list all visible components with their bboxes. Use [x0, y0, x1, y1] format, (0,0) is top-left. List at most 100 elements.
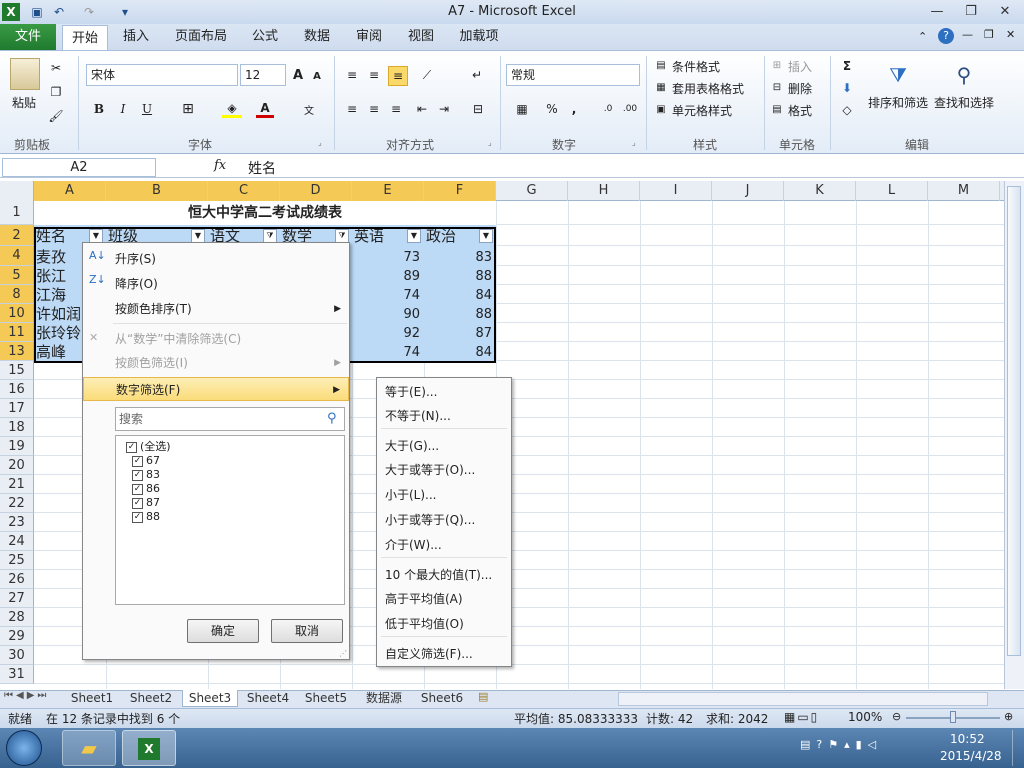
align-right-icon[interactable]: ≡	[388, 100, 404, 118]
font-name-combo[interactable]: 宋体	[86, 64, 238, 86]
find-select-icon[interactable]: ⚲	[946, 58, 982, 92]
tab-formulas[interactable]: 公式	[242, 24, 288, 50]
checkbox-checked-icon[interactable]: ✓	[132, 511, 143, 523]
name-box[interactable]: A2	[2, 158, 156, 177]
decrease-indent-icon[interactable]: ⇤	[414, 100, 430, 118]
row-header-28[interactable]: 28	[0, 608, 34, 627]
row-header-10[interactable]: 10	[0, 304, 34, 323]
tray-icons[interactable]: ▤?⚑▴▮◁	[800, 738, 882, 751]
column-header-j[interactable]: J	[712, 181, 784, 201]
tab-view[interactable]: 视图	[398, 24, 444, 50]
menu-filter-by-color[interactable]: 按颜色筛选(I) ▶	[83, 351, 349, 375]
filter-dropdown-icon[interactable]: ▼	[191, 229, 205, 243]
number-dialog-launcher-icon[interactable]: ⌟	[632, 138, 636, 147]
filter-dropdown-icon[interactable]: ▼	[407, 229, 421, 243]
format-cells-button[interactable]: 格式	[788, 102, 812, 119]
zoom-slider-thumb[interactable]	[950, 711, 956, 723]
column-header-l[interactable]: L	[856, 181, 928, 201]
paste-icon[interactable]	[10, 58, 40, 90]
row-header-15[interactable]: 15	[0, 361, 34, 380]
row-header-25[interactable]: 25	[0, 551, 34, 570]
show-desktop-button[interactable]	[1012, 730, 1024, 766]
tab-file[interactable]: 文件	[0, 24, 56, 50]
column-header-a[interactable]: A	[34, 181, 106, 201]
format-cells-icon[interactable]: ▤	[770, 102, 784, 116]
filter-search-input[interactable]: 搜索	[115, 407, 345, 431]
sheet-tab[interactable]: 数据源	[356, 690, 412, 707]
percent-icon[interactable]: %	[544, 100, 560, 118]
submenu-item[interactable]: 大于(G)...	[377, 434, 511, 458]
column-header-i[interactable]: I	[640, 181, 712, 201]
horizontal-scrollbar[interactable]	[618, 692, 988, 706]
sheet-tab[interactable]: Sheet2	[122, 690, 180, 707]
submenu-item[interactable]: 小于或等于(Q)...	[377, 508, 511, 532]
comma-icon[interactable]: ,	[568, 100, 580, 118]
checkbox-checked-icon[interactable]: ✓	[126, 441, 137, 453]
row-header-16[interactable]: 16	[0, 380, 34, 399]
increase-decimal-icon[interactable]: .0	[598, 100, 618, 118]
row-header-5[interactable]: 5	[0, 266, 34, 285]
column-header-b[interactable]: B	[106, 181, 208, 201]
row-header-30[interactable]: 30	[0, 646, 34, 665]
column-header-d[interactable]: D	[280, 181, 352, 201]
collapse-ribbon-icon[interactable]: ⌃	[918, 30, 927, 43]
insert-function-icon[interactable]: fx	[214, 158, 226, 173]
zoom-in-icon[interactable]: ⊕	[1004, 710, 1013, 723]
tab-data[interactable]: 数据	[294, 24, 340, 50]
filter-value-item[interactable]: ✓ 83	[132, 468, 160, 482]
filter-dropdown-icon[interactable]: ⧩	[263, 229, 277, 243]
tab-review[interactable]: 审阅	[346, 24, 392, 50]
doc-close-icon[interactable]: ✕	[1006, 28, 1015, 41]
scroll-thumb[interactable]	[1007, 186, 1021, 656]
delete-cells-icon[interactable]: ⊟	[770, 80, 784, 94]
alignment-dialog-launcher-icon[interactable]: ⌟	[488, 138, 492, 147]
filter-dropdown-icon[interactable]: ▼	[89, 229, 103, 243]
doc-restore-icon[interactable]: ❐	[984, 28, 994, 41]
column-header-g[interactable]: G	[496, 181, 568, 201]
menu-sort-desc[interactable]: 降序(O)	[83, 272, 349, 296]
insert-cells-icon[interactable]: ⊞	[770, 58, 784, 72]
row-header-13[interactable]: 13	[0, 342, 34, 361]
select-all-corner[interactable]	[0, 181, 34, 201]
align-center-icon[interactable]: ≡	[366, 100, 382, 118]
number-format-combo[interactable]: 常规	[506, 64, 640, 86]
filter-dropdown-icon[interactable]: ⧩	[335, 229, 349, 243]
doc-minimize-icon[interactable]: —	[962, 28, 973, 41]
accounting-format-icon[interactable]: ▦	[510, 100, 534, 118]
row-header-27[interactable]: 27	[0, 589, 34, 608]
cell-styles-button[interactable]: 单元格样式	[672, 102, 732, 119]
cut-icon[interactable]: ✂	[48, 60, 64, 76]
close-button[interactable]: ✕	[992, 2, 1018, 22]
menu-sort-asc[interactable]: 升序(S)	[83, 247, 349, 271]
submenu-item[interactable]: 等于(E)...	[377, 380, 511, 404]
new-sheet-icon[interactable]: ▤	[478, 690, 488, 703]
underline-icon[interactable]: U	[138, 100, 156, 118]
font-size-combo[interactable]: 12	[240, 64, 286, 86]
fill-icon[interactable]: ⬇	[840, 80, 854, 96]
cell-styles-icon[interactable]: ▣	[654, 102, 668, 116]
fill-color-icon[interactable]: ◈	[222, 100, 242, 118]
filter-value-item[interactable]: ✓ (全选)	[126, 440, 171, 454]
zoom-out-icon[interactable]: ⊖	[892, 710, 901, 723]
row-header-24[interactable]: 24	[0, 532, 34, 551]
submenu-item[interactable]: 不等于(N)...	[377, 404, 511, 428]
font-color-icon[interactable]: A	[256, 100, 274, 118]
insert-cells-button[interactable]: 插入	[788, 58, 812, 75]
shrink-font-icon[interactable]: A	[310, 68, 324, 84]
tab-insert[interactable]: 插入	[112, 24, 160, 50]
row-header-18[interactable]: 18	[0, 418, 34, 437]
search-icon[interactable]: ⚲	[327, 411, 337, 426]
checkbox-checked-icon[interactable]: ✓	[132, 483, 143, 495]
column-header-m[interactable]: M	[928, 181, 1000, 201]
align-bottom-icon[interactable]: ≡	[388, 66, 408, 86]
submenu-item[interactable]: 10 个最大的值(T)...	[377, 563, 511, 587]
delete-cells-button[interactable]: 删除	[788, 80, 812, 97]
row-header-8[interactable]: 8	[0, 285, 34, 304]
row-header-4[interactable]: 4	[0, 246, 34, 266]
row-header-20[interactable]: 20	[0, 456, 34, 475]
filter-value-item[interactable]: ✓ 88	[132, 510, 160, 524]
sort-filter-icon[interactable]: ⧩	[880, 58, 916, 92]
find-select-button[interactable]: 查找和选择	[934, 94, 994, 111]
decrease-decimal-icon[interactable]: .00	[620, 100, 640, 118]
merge-center-icon[interactable]: ⊟	[468, 100, 488, 118]
